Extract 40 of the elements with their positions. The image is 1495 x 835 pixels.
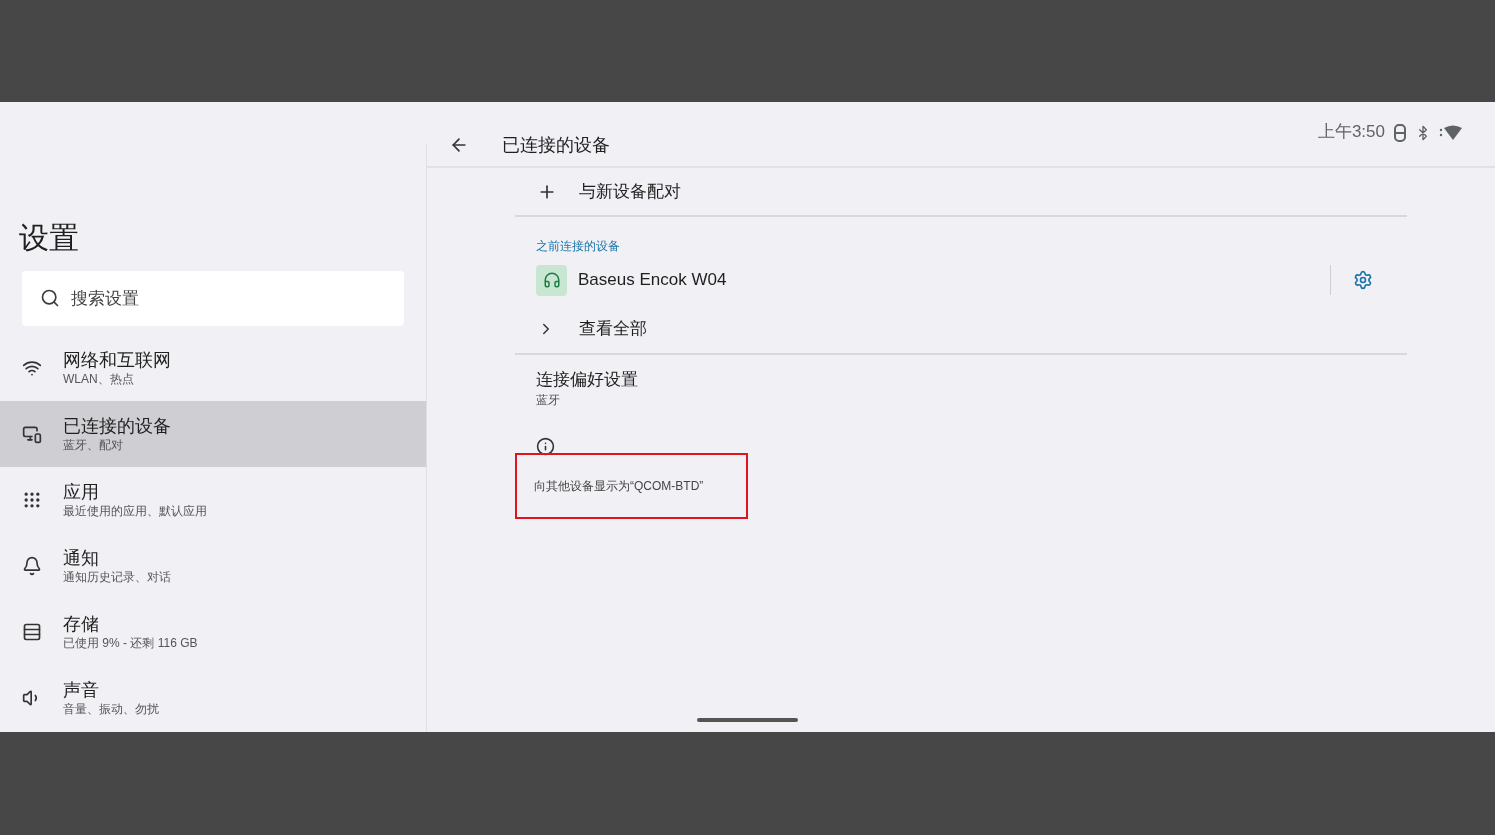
info-text: 向其他设备显示为“QCOM-BTD” (534, 478, 704, 495)
status-time: 上午3:50 (1317, 120, 1385, 143)
page-title: 已连接的设备 (502, 133, 610, 157)
preferences-subtitle: 蓝牙 (536, 392, 561, 409)
devices-icon (21, 424, 42, 444)
sidebar-item[interactable]: 应用 最近使用的应用、默认应用 (0, 467, 426, 533)
bell-icon (21, 556, 42, 576)
item-title: 存储 (63, 613, 100, 635)
item-subtitle: 最近使用的应用、默认应用 (63, 503, 207, 519)
sidebar-item[interactable]: 存储 已使用 9% - 还剩 116 GB (0, 599, 426, 665)
search-icon (40, 288, 60, 308)
item-subtitle: 蓝牙、配对 (63, 437, 124, 453)
item-title: 网络和互联网 (63, 349, 171, 371)
item-subtitle: WLAN、热点 (63, 371, 135, 387)
section-label: 之前连接的设备 (536, 238, 621, 255)
preferences-row[interactable]: 连接偏好设置 蓝牙 (536, 369, 1407, 409)
item-subtitle: 音量、振动、勿扰 (63, 701, 159, 717)
sidebar-item[interactable]: 声音 音量、振动、勿扰 (0, 665, 426, 731)
item-subtitle: 通知历史记录、对话 (63, 569, 171, 585)
sidebar-item[interactable]: 通知 通知历史记录、对话 (0, 533, 426, 599)
settings-title: 设置 (18, 220, 80, 256)
preferences-title: 连接偏好设置 (536, 369, 639, 391)
sidebar-item[interactable]: 网络和互联网 WLAN、热点 (0, 335, 426, 401)
device-name[interactable]: Baseus Encok W04 (578, 267, 1330, 293)
wifi-signal-icon (1439, 125, 1463, 141)
info-icon (536, 437, 555, 456)
wifi-icon (21, 358, 42, 378)
usb-icon (1393, 124, 1407, 142)
pair-new-device-row[interactable]: 与新设备配对 (515, 168, 1407, 217)
search-field[interactable]: 搜索设置 (22, 271, 404, 326)
settings-icon[interactable] (1353, 270, 1373, 290)
see-all-row[interactable]: 查看全部 (515, 305, 1407, 355)
sidebar-item[interactable]: 已连接的设备 蓝牙、配对 (0, 401, 426, 467)
headphones-icon (542, 271, 561, 289)
item-title: 声音 (63, 679, 100, 701)
item-title: 应用 (63, 481, 100, 503)
item-title: 已连接的设备 (63, 415, 171, 437)
item-title: 通知 (63, 547, 100, 569)
item-subtitle: 已使用 9% - 还剩 116 GB (63, 635, 198, 651)
list-icon (21, 622, 42, 642)
